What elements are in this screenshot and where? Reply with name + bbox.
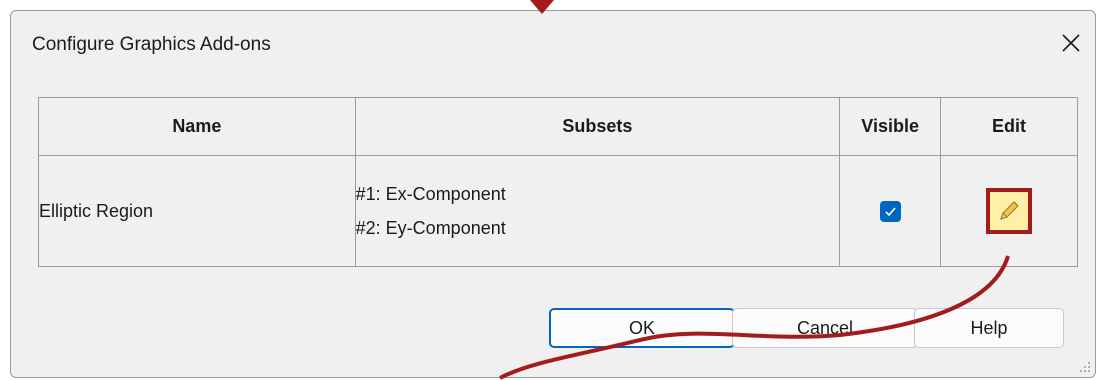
help-button[interactable]: Help [914, 308, 1064, 348]
table-row[interactable]: Elliptic Region #1: Ex-Component #2: Ey-… [38, 155, 1078, 267]
configure-graphics-addons-dialog: Configure Graphics Add-ons Name Subsets … [10, 10, 1096, 378]
subset-item: #1: Ex-Component [355, 184, 506, 204]
edit-button[interactable] [986, 188, 1033, 234]
resize-grip-icon[interactable] [1078, 360, 1092, 374]
addon-subsets-cell[interactable]: #1: Ex-Component #2: Ey-Component [354, 155, 841, 267]
close-button[interactable] [1054, 26, 1088, 60]
column-header-subsets: Subsets [354, 97, 841, 156]
visible-cell [839, 155, 942, 267]
ok-button[interactable]: OK [549, 308, 735, 348]
column-header-name: Name [38, 97, 356, 156]
column-header-edit: Edit [940, 97, 1078, 156]
column-header-visible: Visible [839, 97, 942, 156]
visible-checkbox[interactable] [879, 200, 901, 222]
edit-cell [940, 155, 1078, 267]
close-icon [1062, 34, 1080, 52]
table-header-row: Name Subsets Visible Edit [38, 97, 1078, 156]
subset-item: #2: Ey-Component [355, 218, 506, 238]
addon-name-cell[interactable]: Elliptic Region [38, 155, 356, 267]
pencil-icon [1000, 201, 1019, 220]
cancel-button[interactable]: Cancel [732, 308, 918, 348]
dialog-title: Configure Graphics Add-ons [32, 34, 271, 55]
title-bar: Configure Graphics Add-ons [11, 11, 1095, 73]
addons-table: Name Subsets Visible Edit Elliptic Regio… [38, 97, 1078, 267]
checkmark-icon [885, 207, 896, 217]
